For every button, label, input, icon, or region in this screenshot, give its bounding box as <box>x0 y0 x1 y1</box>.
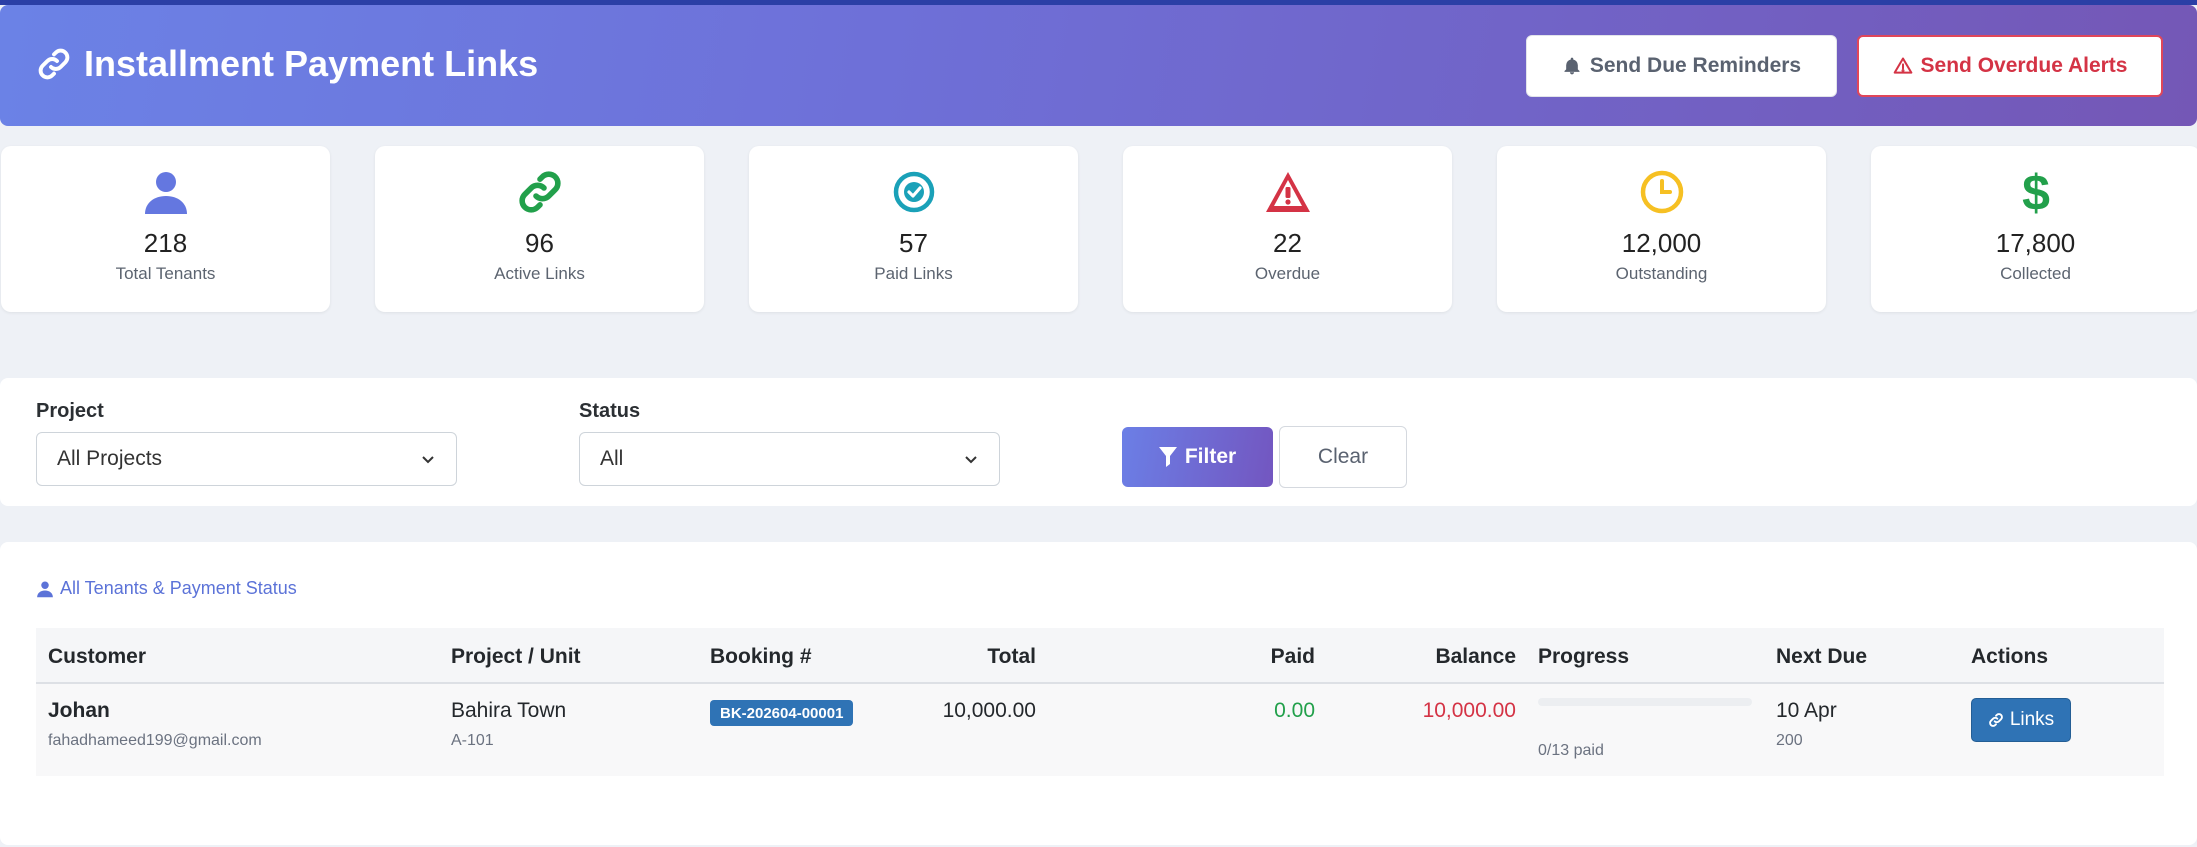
stat-value: 17,800 <box>1995 228 2076 258</box>
unit-number: A-101 <box>451 732 494 749</box>
warning-icon <box>1265 172 1310 212</box>
payment-progress-bar <box>1538 698 1752 706</box>
table-header: Customer Project / Unit Booking # Total … <box>36 628 2164 684</box>
svg-text:$: $ <box>2022 168 2050 216</box>
links-button[interactable]: Links <box>1971 698 2071 742</box>
chevron-down-icon <box>965 456 977 464</box>
link-icon <box>518 171 561 213</box>
stat-card-overdue: 22 Overdue <box>1123 146 1452 312</box>
send-overdue-alerts-label: Send Overdue Alerts <box>1920 54 2128 77</box>
column-header-balance: Balance <box>1435 645 1516 668</box>
column-header-paid: Paid <box>1270 645 1315 668</box>
stat-label: Paid Links <box>874 264 953 283</box>
link-icon <box>1988 713 2003 727</box>
status-select[interactable]: All <box>579 432 1000 486</box>
stat-value: 96 <box>525 228 554 258</box>
stat-value: 22 <box>1273 228 1302 258</box>
status-select-value: All <box>600 447 624 470</box>
section-title: All Tenants & Payment Status <box>36 578 297 599</box>
clear-button-label: Clear <box>1317 445 1369 468</box>
project-filter-label: Project <box>36 400 104 422</box>
link-icon <box>38 48 70 80</box>
stat-card-total-tenants: 218 Total Tenants <box>1 146 330 312</box>
stat-label: Active Links <box>494 264 585 283</box>
clear-button[interactable]: Clear <box>1279 426 1407 488</box>
customer-name: Johan <box>48 699 110 722</box>
stat-value: 12,000 <box>1621 228 1702 258</box>
stat-value: 57 <box>899 228 928 258</box>
check-circle-icon <box>893 171 934 213</box>
project-select[interactable]: All Projects <box>36 432 457 486</box>
send-overdue-alerts-button[interactable]: Send Overdue Alerts <box>1857 35 2163 97</box>
tenants-table-panel: All Tenants & Payment Status Customer Pr… <box>0 542 2197 845</box>
filter-button[interactable]: Filter <box>1122 427 1273 487</box>
bell-icon <box>1564 57 1580 75</box>
stat-label: Total Tenants <box>115 264 216 283</box>
stat-card-active-links: 96 Active Links <box>375 146 704 312</box>
clock-icon <box>1640 170 1683 214</box>
table-row: Johan fahadhameed199@gmail.com Bahira To… <box>36 684 2164 776</box>
column-header-next-due: Next Due <box>1776 645 1868 668</box>
stat-card-outstanding: 12,000 Outstanding <box>1497 146 1826 312</box>
booking-badge: BK-202604-00001 <box>710 700 854 726</box>
stat-value: 218 <box>143 228 188 258</box>
send-due-reminders-label: Send Due Reminders <box>1589 54 1802 77</box>
filter-panel: Project All Projects Status All Filter C… <box>0 378 2197 506</box>
total-amount: 10,000.00 <box>942 699 1036 722</box>
project-select-value: All Projects <box>57 447 163 470</box>
column-header-total: Total <box>987 645 1036 668</box>
stat-card-collected: $ 17,800 Collected <box>1871 146 2197 312</box>
column-header-progress: Progress <box>1538 645 1630 668</box>
column-header-actions: Actions <box>1971 645 2049 668</box>
send-due-reminders-button[interactable]: Send Due Reminders <box>1526 35 1837 97</box>
links-button-label: Links <box>2009 709 2055 730</box>
status-filter-label: Status <box>579 400 641 422</box>
page-title: Installment Payment Links <box>36 43 538 85</box>
stat-label: Overdue <box>1254 264 1321 283</box>
user-icon <box>37 581 53 597</box>
chevron-down-icon <box>422 456 434 464</box>
filter-button-label: Filter <box>1184 445 1237 468</box>
warning-icon <box>1893 57 1912 74</box>
next-due-date: 10 Apr <box>1776 699 1837 722</box>
customer-email: fahadhameed199@gmail.com <box>48 732 262 749</box>
page-title-text: Installment Payment Links <box>84 43 539 84</box>
page-header: Installment Payment Links Send Due Remin… <box>0 5 2197 126</box>
stat-card-paid-links: 57 Paid Links <box>749 146 1078 312</box>
column-header-customer: Customer <box>48 645 147 668</box>
stat-label: Outstanding <box>1615 264 1708 283</box>
stat-label: Collected <box>2000 264 2071 283</box>
funnel-icon <box>1158 447 1177 467</box>
column-header-project-unit: Project / Unit <box>451 645 581 668</box>
next-due-amount: 200 <box>1776 732 1803 749</box>
paid-amount: 0.00 <box>1274 699 1315 722</box>
balance-amount: 10,000.00 <box>1422 699 1516 722</box>
column-header-booking: Booking # <box>710 645 812 668</box>
dollar-icon: $ <box>2022 168 2050 216</box>
project-name: Bahira Town <box>451 699 567 722</box>
section-title-text: All Tenants & Payment Status <box>60 578 297 598</box>
progress-text: 0/13 paid <box>1538 742 1604 759</box>
user-icon <box>144 172 187 214</box>
